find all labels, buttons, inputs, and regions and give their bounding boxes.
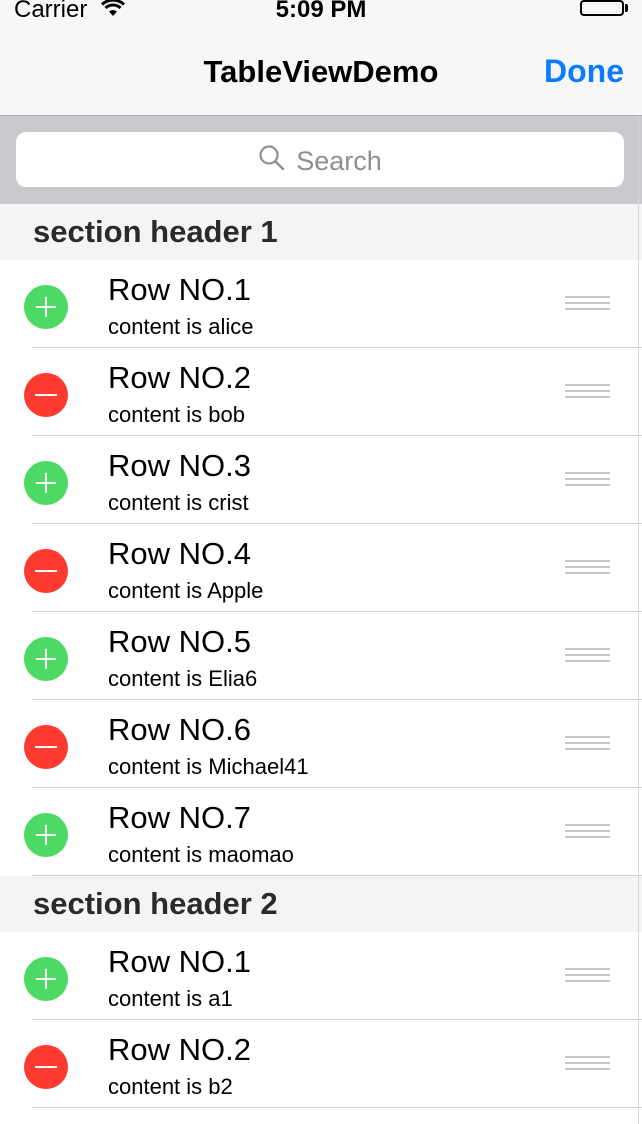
- search-input[interactable]: Search: [16, 132, 624, 187]
- reorder-handle-icon[interactable]: [565, 736, 610, 754]
- row-subtitle: content is a1: [108, 986, 233, 1011]
- section-header: section header 1: [0, 204, 642, 260]
- insert-icon[interactable]: [24, 461, 68, 505]
- row-subtitle: content is Michael41: [108, 754, 309, 779]
- reorder-handle-icon[interactable]: [565, 824, 610, 842]
- reorder-handle-icon[interactable]: [565, 560, 610, 578]
- table-row[interactable]: Row NO.3 content is crist: [0, 436, 642, 524]
- table-row[interactable]: Row NO.6 content is Michael41: [0, 700, 642, 788]
- section-header-label: section header 1: [33, 214, 278, 249]
- delete-icon[interactable]: [24, 549, 68, 593]
- row-title: Row NO.5: [108, 624, 251, 659]
- reorder-handle-icon[interactable]: [565, 384, 610, 402]
- search-placeholder: Search: [296, 146, 382, 176]
- insert-icon[interactable]: [24, 813, 68, 857]
- search-bar: Search: [0, 116, 642, 204]
- insert-icon[interactable]: [24, 285, 68, 329]
- navigation-bar: TableViewDemo Done: [0, 26, 642, 116]
- insert-icon[interactable]: [24, 637, 68, 681]
- row-title: Row NO.7: [108, 800, 251, 835]
- reorder-handle-icon[interactable]: [565, 472, 610, 490]
- row-separator: [32, 1107, 642, 1108]
- row-subtitle: content is maomao: [108, 842, 294, 867]
- reorder-handle-icon[interactable]: [565, 968, 610, 986]
- delete-icon[interactable]: [24, 373, 68, 417]
- row-title: Row NO.2: [108, 1032, 251, 1067]
- row-title: Row NO.2: [108, 360, 251, 395]
- battery-icon: [580, 0, 624, 16]
- row-title: Row NO.3: [108, 448, 251, 483]
- table-row[interactable]: Row NO.2 content is bob: [0, 348, 642, 436]
- status-bar: Carrier 5:09 PM: [0, 0, 642, 26]
- done-button[interactable]: Done: [544, 53, 624, 90]
- reorder-handle-icon[interactable]: [565, 1056, 610, 1074]
- row-subtitle: content is b2: [108, 1074, 233, 1099]
- table-row[interactable]: Row NO.7 content is maomao: [0, 788, 642, 876]
- section-header-label: section header 2: [33, 886, 278, 921]
- status-time: 5:09 PM: [275, 0, 367, 23]
- delete-icon[interactable]: [24, 725, 68, 769]
- row-title: Row NO.4: [108, 536, 251, 571]
- row-title: Row NO.1: [108, 272, 251, 307]
- row-subtitle: content is crist: [108, 490, 249, 515]
- row-subtitle: content is Elia6: [108, 666, 258, 691]
- row-title: Row NO.1: [108, 944, 251, 979]
- table-row[interactable]: Row NO.1 content is a1: [0, 932, 642, 1020]
- row-subtitle: content is Apple: [108, 578, 264, 603]
- search-icon: [258, 144, 286, 179]
- insert-icon[interactable]: [24, 957, 68, 1001]
- table-row[interactable]: Row NO.2 content is b2: [0, 1020, 642, 1108]
- reorder-handle-icon[interactable]: [565, 648, 610, 666]
- table-row[interactable]: Row NO.5 content is Elia6: [0, 612, 642, 700]
- reorder-handle-icon[interactable]: [565, 296, 610, 314]
- table-row[interactable]: Row NO.1 content is alice: [0, 260, 642, 348]
- delete-icon[interactable]: [24, 1045, 68, 1089]
- row-subtitle: content is alice: [108, 314, 254, 339]
- row-subtitle: content is bob: [108, 402, 245, 427]
- row-title: Row NO.6: [108, 712, 251, 747]
- table-row[interactable]: Row NO.4 content is Apple: [0, 524, 642, 612]
- section-header: section header 2: [0, 876, 642, 932]
